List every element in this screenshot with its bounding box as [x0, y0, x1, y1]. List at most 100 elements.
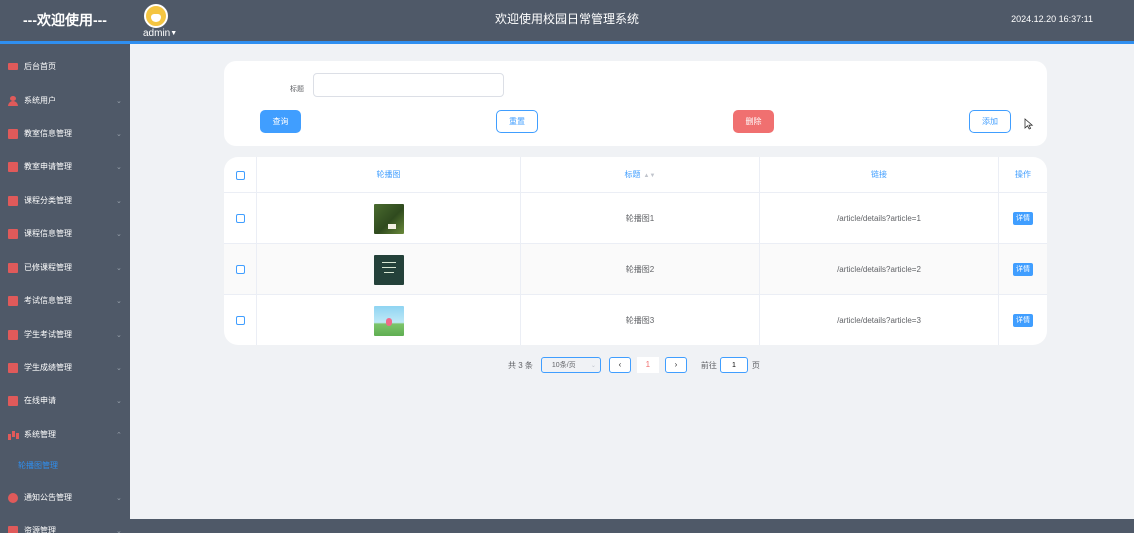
sidebar-item-system-management[interactable]: 系统管理 ⌃ [0, 418, 130, 451]
sidebar-item-label: 学生考试管理 [24, 330, 72, 339]
info-icon [8, 492, 18, 503]
chevron-down-icon: ⌄ [116, 494, 122, 502]
datetime: 2024.12.20 16:37:11 [1011, 14, 1093, 24]
chevron-down-icon: ⌄ [116, 163, 122, 171]
column-header-title[interactable]: 标题 ▲▼ [521, 157, 760, 193]
chevron-down-icon: ⌄ [116, 364, 122, 372]
chevron-down-icon: ⌄ [116, 331, 122, 339]
sidebar-item-completed-courses[interactable]: 已修课程管理 ⌄ [0, 251, 130, 284]
chevron-down-icon: ⌄ [116, 230, 122, 238]
sidebar-subitem-carousel-management[interactable]: 轮播图管理 [0, 452, 130, 480]
system-title: 欢迎使用校园日常管理系统 [494, 12, 639, 26]
goto-label: 前往 [700, 360, 717, 370]
action-cell: 详情 [999, 295, 1047, 345]
table-row: 轮播图3 /article/details?article=3 详情 [224, 295, 1047, 345]
chevron-down-icon: ⌄ [116, 197, 122, 205]
pagination: 共 3 条 10条/页 ⌄ ‹ 1 › 前往 页 [508, 357, 760, 373]
title-search-input[interactable] [313, 73, 504, 97]
chart-icon [8, 128, 18, 139]
action-cell: 详情 [999, 193, 1047, 244]
select-all-checkbox[interactable] [235, 170, 245, 180]
chevron-left-icon: ‹ [618, 360, 622, 369]
carousel-table: 轮播图 标题 ▲▼ 链接 操作 轮播图1 /article/details?art… [224, 157, 1047, 345]
column-header-image: 轮播图 [257, 157, 521, 193]
sidebar-item-label: 资源管理 [24, 526, 56, 533]
table-row: 轮播图1 /article/details?article=1 详情 [224, 193, 1047, 244]
sidebar-item-label: 课程信息管理 [24, 229, 72, 238]
query-button[interactable]: 查询 [260, 110, 301, 133]
search-panel: 标题 查询 重置 删除 添加 [224, 61, 1047, 146]
monitor-icon [8, 63, 18, 70]
chevron-down-icon: ⌄ [116, 297, 122, 305]
column-header-action: 操作 [1015, 170, 1031, 179]
sidebar-item-label: 已修课程管理 [24, 263, 72, 272]
column-header-title-label: 标题 [624, 170, 641, 179]
row-checkbox[interactable] [235, 316, 245, 325]
bar-chart-icon [8, 430, 18, 440]
sidebar-item-resource-management[interactable]: 资源管理 ⌄ [0, 514, 130, 533]
sidebar-item-system-users[interactable]: 系统用户 ⌄ [0, 84, 130, 117]
sidebar-item-label: 教室信息管理 [24, 129, 72, 138]
table-header: 轮播图 标题 ▲▼ 链接 操作 [224, 157, 1047, 193]
row-select-cell [224, 193, 257, 244]
page-size-select[interactable]: 10条/页 ⌄ [540, 357, 601, 373]
title-cell: 轮播图1 [521, 193, 760, 244]
page-size-value: 10条/页 [551, 362, 576, 369]
row-select-cell [224, 295, 257, 345]
sidebar-item-classroom-info[interactable]: 教室信息管理 ⌄ [0, 117, 130, 150]
sidebar-item-label: 考试信息管理 [24, 296, 72, 305]
carousel-thumbnail[interactable] [373, 203, 404, 234]
sidebar: 后台首页 系统用户 ⌄ 教室信息管理 ⌄ 教室申请管理 ⌄ 课程分类管理 ⌄ 课… [0, 44, 130, 533]
sidebar-item-label: 学生成绩管理 [24, 363, 72, 372]
next-page-button[interactable]: › [664, 357, 687, 373]
select-all-cell [224, 157, 257, 193]
image-cell [257, 193, 521, 244]
detail-button[interactable]: 详情 [1013, 212, 1033, 225]
action-cell: 详情 [999, 244, 1047, 295]
chart-icon [8, 295, 18, 306]
row-checkbox[interactable] [235, 214, 245, 223]
sidebar-item-student-exam[interactable]: 学生考试管理 ⌄ [0, 318, 130, 351]
prev-page-button[interactable]: ‹ [608, 357, 631, 373]
sidebar-item-label: 教室申请管理 [24, 162, 72, 171]
chart-icon [8, 262, 18, 273]
main-content: 标题 查询 重置 删除 添加 轮播图 标题 ▲▼ 链接 操作 轮播图1 /arti… [130, 44, 1134, 519]
chart-icon [8, 161, 18, 172]
chart-icon [8, 195, 18, 206]
total-count: 共 3 条 [508, 360, 533, 370]
reset-button[interactable]: 重置 [496, 110, 538, 133]
title-filter-label: 标题 [290, 86, 304, 93]
carousel-thumbnail[interactable] [373, 254, 404, 285]
chevron-right-icon: › [674, 360, 678, 369]
sidebar-item-course-info[interactable]: 课程信息管理 ⌄ [0, 217, 130, 250]
sidebar-item-label: 在线申请 [24, 396, 56, 405]
chevron-down-icon: ⌄ [116, 264, 122, 272]
chart-icon [8, 395, 18, 406]
page-suffix-label: 页 [751, 360, 760, 370]
chart-icon [8, 362, 18, 373]
sidebar-item-classroom-apply[interactable]: 教室申请管理 ⌄ [0, 150, 130, 183]
sidebar-item-exam-info[interactable]: 考试信息管理 ⌄ [0, 284, 130, 317]
sidebar-item-label: 系统管理 [24, 430, 56, 439]
goto-page-input[interactable] [719, 357, 748, 373]
sidebar-item-notice-management[interactable]: 通知公告管理 ⌄ [0, 481, 130, 514]
sidebar-item-student-grades[interactable]: 学生成绩管理 ⌄ [0, 351, 130, 384]
current-page-number[interactable]: 1 [636, 357, 659, 373]
sort-icon[interactable]: ▲▼ [644, 173, 656, 179]
add-button[interactable]: 添加 [969, 110, 1011, 133]
detail-button[interactable]: 详情 [1013, 263, 1033, 276]
top-bar: ---欢迎使用--- admin▼ 欢迎使用校园日常管理系统 2024.12.2… [0, 0, 1134, 41]
link-cell: /article/details?article=1 [760, 193, 999, 244]
sidebar-item-label: 后台首页 [24, 62, 56, 71]
footer-bar [130, 519, 1134, 533]
delete-button[interactable]: 删除 [733, 110, 774, 133]
row-checkbox[interactable] [235, 265, 245, 274]
title-cell: 轮播图3 [521, 295, 760, 345]
carousel-thumbnail[interactable] [373, 305, 404, 336]
chart-icon [8, 329, 18, 340]
sidebar-item-home[interactable]: 后台首页 [0, 50, 130, 83]
link-cell: /article/details?article=2 [760, 244, 999, 295]
sidebar-item-online-apply[interactable]: 在线申请 ⌄ [0, 384, 130, 417]
sidebar-item-course-category[interactable]: 课程分类管理 ⌄ [0, 184, 130, 217]
detail-button[interactable]: 详情 [1013, 314, 1033, 327]
